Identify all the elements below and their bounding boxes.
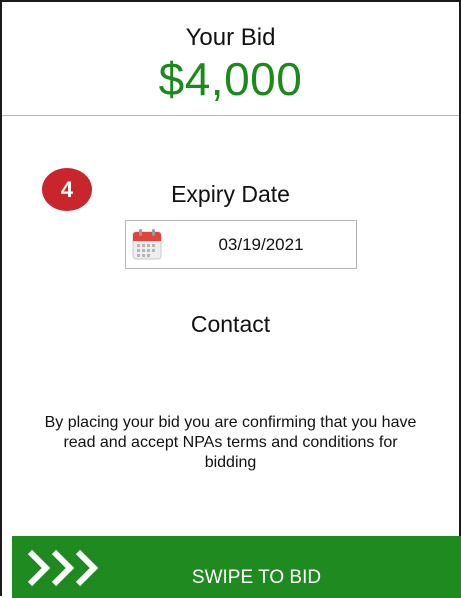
expiry-date-field[interactable]: 03/19/2021 <box>125 220 357 269</box>
bid-screen: Your Bid $4,000 4 Expiry Date 03/19/2021… <box>0 0 461 598</box>
expiry-date-value: 03/19/2021 <box>218 235 304 254</box>
calendar-icon <box>132 229 162 260</box>
swipe-to-bid-slider[interactable]: SWIPE TO BID <box>12 536 461 598</box>
bid-summary-header: Your Bid $4,000 <box>2 2 459 116</box>
terms-notice: By placing your bid you are confirming t… <box>44 414 417 471</box>
bid-amount: $4,000 <box>158 53 303 105</box>
expiry-date-label: Expiry Date <box>171 181 290 207</box>
contact-label: Contact <box>190 311 271 337</box>
swipe-to-bid-label: SWIPE TO BID <box>191 567 322 588</box>
bid-label: Your Bid <box>185 24 276 51</box>
